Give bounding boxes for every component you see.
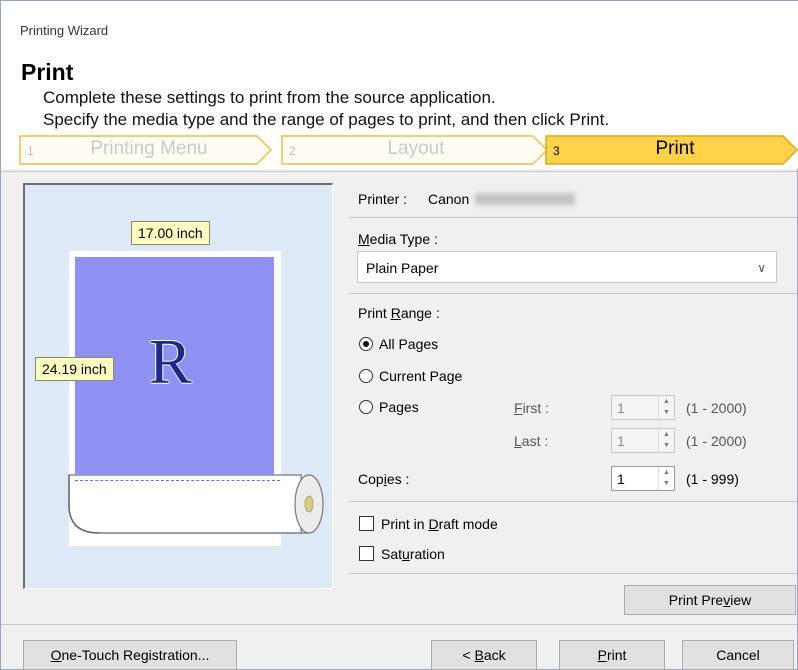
current-page-radio[interactable] <box>359 369 373 383</box>
printing-wizard-window: Printing Wizard Print Complete these set… <box>0 0 798 670</box>
one-touch-registration-button[interactable]: One-Touch Registration... <box>23 640 237 670</box>
cancel-button[interactable]: Cancel <box>682 640 794 670</box>
width-label: 17.00 inch <box>131 221 210 245</box>
divider <box>349 217 798 218</box>
step-number: 3 <box>553 144 560 158</box>
step-layout[interactable]: 2 Layout <box>281 135 549 165</box>
divider <box>349 501 798 502</box>
first-page-range: (1 - 2000) <box>686 400 747 416</box>
printer-label: Printer : <box>358 191 408 207</box>
step-printing-menu[interactable]: 1 Printing Menu <box>19 135 273 165</box>
footer-divider <box>1 624 798 625</box>
step-label: Layout <box>387 138 445 159</box>
description-line-2: Specify the media type and the range of … <box>43 110 610 129</box>
divider <box>349 293 798 294</box>
page-title: Print <box>21 59 74 85</box>
wizard-header: Printing Wizard Print Complete these set… <box>1 1 798 169</box>
all-pages-label: All Pages <box>379 336 439 352</box>
last-page-value: 1 <box>617 433 625 449</box>
step-print[interactable]: 3 Print <box>545 135 798 165</box>
pages-label: Pages <box>379 399 419 415</box>
first-page-spinner[interactable]: 1 ▲ ▼ <box>611 395 675 420</box>
window-title: Printing Wizard <box>20 23 109 38</box>
spinner-arrows-icon[interactable]: ▲ ▼ <box>658 396 674 419</box>
height-label: 24.19 inch <box>35 357 114 381</box>
saturation-label: Saturation <box>381 546 445 562</box>
cut-line <box>75 480 280 481</box>
divider <box>349 573 798 574</box>
print-preview-panel: R 17.00 inch 24.19 inch <box>23 183 333 589</box>
saturation-checkbox[interactable] <box>359 546 374 561</box>
printer-name: Canon <box>428 191 470 207</box>
media-type-select[interactable]: Plain Paper ∨ <box>357 251 777 283</box>
copies-label: Copies : <box>358 471 410 487</box>
step-number: 1 <box>27 144 34 158</box>
draft-mode-label: Print in Draft mode <box>381 516 498 532</box>
last-page-range: (1 - 2000) <box>686 433 747 449</box>
step-label: Printing Menu <box>90 138 208 159</box>
chevron-down-icon: ∨ <box>757 261 766 275</box>
header-divider <box>1 171 798 172</box>
spinner-arrows-icon[interactable]: ▲ ▼ <box>658 429 674 452</box>
copies-value: 1 <box>617 471 625 487</box>
step-number: 2 <box>289 144 296 158</box>
print-preview-button[interactable]: Print Preview <box>624 585 796 615</box>
all-pages-radio[interactable] <box>359 337 373 351</box>
sample-letter: R <box>149 326 192 397</box>
step-label: Print <box>655 138 695 159</box>
media-type-label: Media Type : <box>358 231 438 247</box>
copies-range: (1 - 999) <box>686 471 739 487</box>
pages-radio[interactable] <box>359 400 373 414</box>
current-page-label: Current Page <box>379 368 463 384</box>
first-page-value: 1 <box>617 400 625 416</box>
last-page-spinner[interactable]: 1 ▲ ▼ <box>611 428 675 453</box>
print-button[interactable]: Print <box>559 640 665 670</box>
draft-mode-checkbox[interactable] <box>359 516 374 531</box>
spinner-arrows-icon[interactable]: ▲ ▼ <box>658 467 674 490</box>
paper-roll-icon <box>68 474 324 534</box>
first-page-label: First : <box>514 400 550 416</box>
description-line-1: Complete these settings to print from th… <box>43 88 496 107</box>
back-button[interactable]: < Back <box>431 640 537 670</box>
wizard-steps: 1 Printing Menu 2 Layout 3 Print <box>19 135 798 165</box>
print-range-label: Print Range : <box>358 305 440 321</box>
printer-model-redacted <box>475 193 575 205</box>
last-page-label: Last : <box>514 433 549 449</box>
copies-spinner[interactable]: 1 ▲ ▼ <box>611 466 675 491</box>
media-type-value: Plain Paper <box>366 260 439 276</box>
